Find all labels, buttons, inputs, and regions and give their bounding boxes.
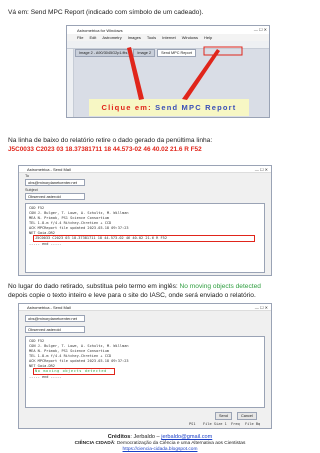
report-data-row: J5C0033 C2023 03 18.37381711 18 44.573-0… [35, 236, 167, 240]
subject-field[interactable]: Observed asteroid [25, 193, 85, 200]
callout-text: Clique em: Send MPC Report [89, 103, 249, 112]
report-line: MEA N. Primak, PS1 Science Consortium [29, 216, 110, 220]
arrow-left-shape [127, 47, 144, 100]
report-line: MEA N. Primak, PS1 Science Consortium [29, 349, 110, 353]
callout-prefix: Clique em: [101, 103, 152, 112]
to-label: To [25, 174, 30, 178]
report-line: TEL 1.8-m f/4.4 Ritchey-Chretien + CCD [29, 354, 112, 358]
window-controls-icon[interactable]: — ☐ ✕ [255, 305, 268, 310]
to-field[interactable]: obs@minorplanetcenter.net [25, 315, 85, 322]
footer-url-row: https://ciencia-cidada.blogspot.com [0, 447, 320, 452]
report-line: COD F52 [29, 206, 45, 210]
org-name: CIÊNCIA CIDADÃ [74, 441, 115, 446]
send-mail-title: Astrometrica - Send Mail [27, 304, 71, 310]
cancel-button[interactable]: Cancel [237, 412, 257, 420]
intro-text: Vá em: Send MPC Report (indicado com sím… [8, 9, 204, 16]
report-end-line: ----- end ----- [29, 242, 62, 246]
status-file-bq: File Bq [245, 422, 261, 426]
footer-org: CIÊNCIA CIDADÃ: Democratização da Ciênci… [0, 441, 320, 446]
callout-action: Send MPC Report [155, 103, 237, 112]
send-button[interactable]: Send [215, 412, 232, 420]
step2-instruction: Na linha de baixo do relatório retire o … [8, 137, 213, 144]
step3-line2: depois copie o texto inteiro e leve para… [8, 292, 256, 299]
report-line: TEL 1.8-m f/4.4 Ritchey-Chretien + CCD [29, 221, 112, 225]
step3-lead: No lugar do dado retirado, substitua pel… [8, 283, 180, 290]
screenshot-send-mpc-report: Astrometrica for Windows — ☐ ✕ File Edit… [66, 25, 270, 118]
footer-credits: Créditos: Jerbaldo – jerbaldo@gmail.com [0, 434, 320, 440]
status-ps1: PS1 [189, 422, 196, 426]
arrow-right-shape [182, 49, 220, 100]
to-field[interactable]: obs@minorplanetcenter.net [25, 179, 85, 186]
send-mail-titlebar: Astrometrica - Send Mail — ☐ ✕ [19, 166, 271, 173]
subject-field[interactable]: Observed asteroid [25, 326, 85, 333]
step3-instruction: No lugar do dado retirado, substitua pel… [8, 283, 261, 290]
report-line: ACK MPCReport file updated 2023.03.18 09… [29, 359, 129, 363]
step3-term: No moving objects detected [179, 283, 261, 290]
report-replacement-row: No moving objects detected [35, 369, 107, 373]
step2-data-line: J5C0033 C2023 03 18.37381711 18 44.573-0… [8, 146, 202, 153]
send-mail-titlebar: Astrometrica - Send Mail — ☐ ✕ [19, 304, 271, 311]
org-url-link[interactable]: https://ciencia-cidada.blogspot.com [123, 447, 198, 452]
subject-label: Subject [25, 188, 38, 192]
report-end-line: ----- end ----- [29, 375, 62, 379]
report-line: ACK MPCReport file updated 2023.03.18 09… [29, 226, 129, 230]
send-mail-title: Astrometrica - Send Mail [27, 166, 71, 172]
window-controls-icon[interactable]: — ☐ ✕ [255, 167, 268, 172]
credits-text: : Jerbaldo – [130, 434, 162, 440]
status-freq: Freq [231, 422, 240, 426]
report-line: CON J. Bulger, T. Lowe, A. Schultz, M. W… [29, 211, 129, 215]
credits-email-link[interactable]: jerbaldo@gmail.com [161, 434, 212, 440]
highlight-box-send-mpc [203, 46, 243, 56]
status-file-size: File Size 1 [203, 422, 227, 426]
credits-label: Créditos [107, 434, 131, 440]
report-line: CON J. Bulger, T. Lowe, A. Schultz, M. W… [29, 344, 129, 348]
screenshot-send-mail-edited: Astrometrica - Send Mail — ☐ ✕ obs@minor… [18, 303, 272, 429]
org-text: : Democratização da Ciência e uma Altern… [114, 441, 246, 446]
screenshot-send-mail-original: Astrometrica - Send Mail — ☐ ✕ To obs@mi… [18, 165, 272, 276]
report-line: COD F52 [29, 339, 45, 343]
